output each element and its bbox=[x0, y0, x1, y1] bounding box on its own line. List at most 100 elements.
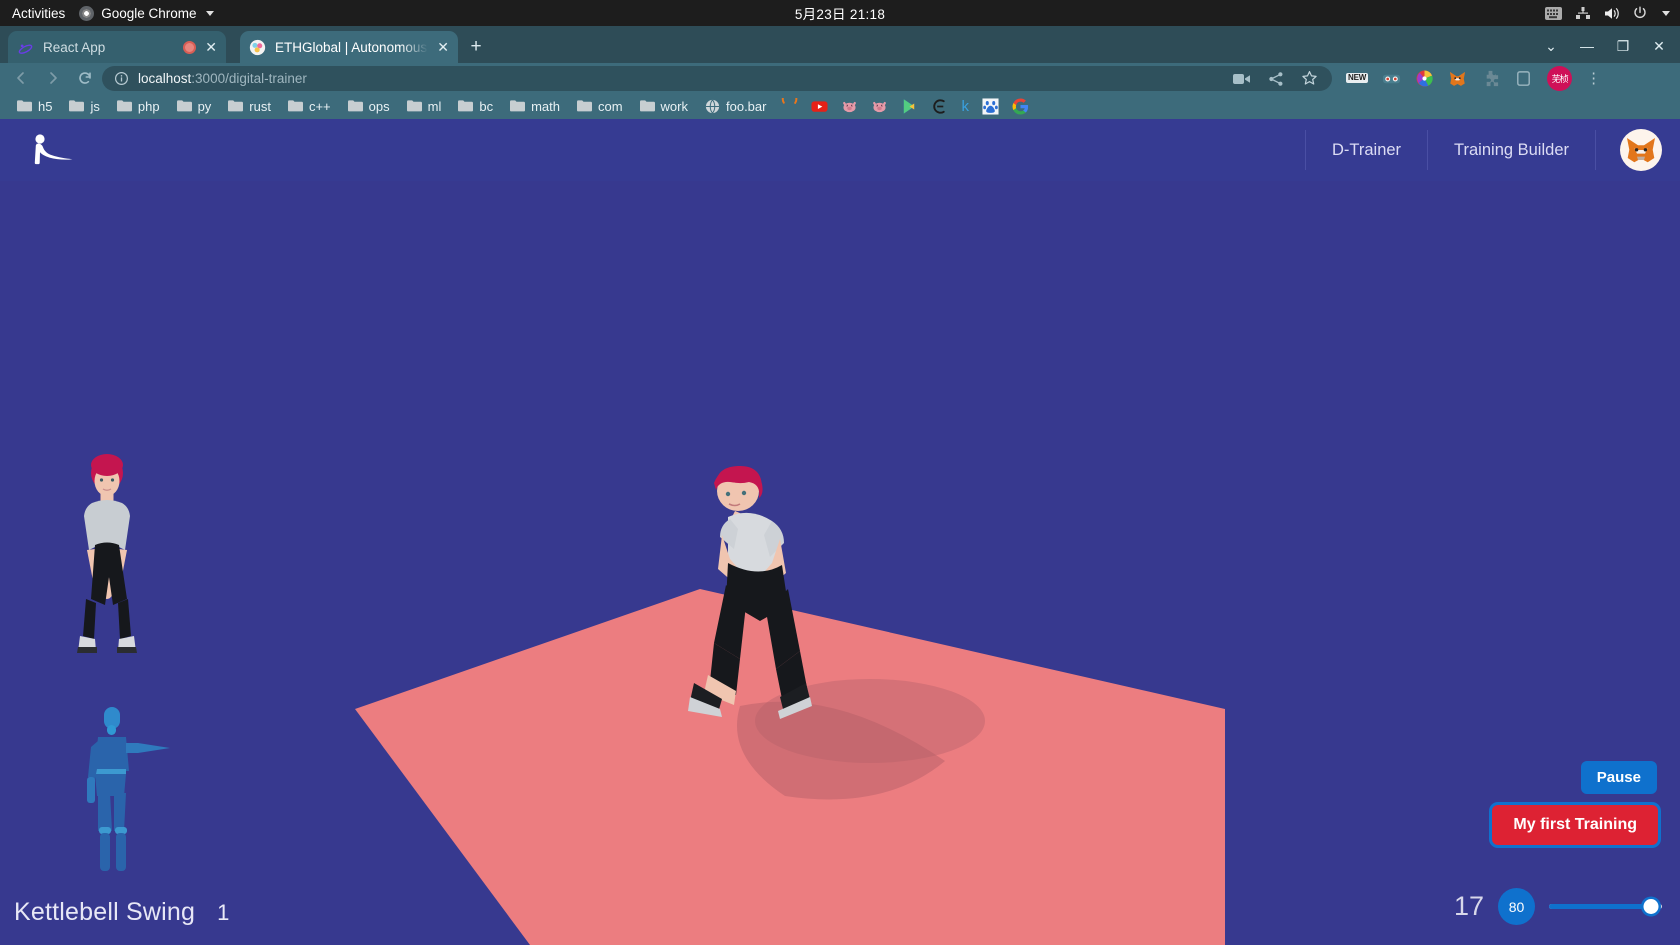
bookmark-h5[interactable]: h5 bbox=[10, 97, 59, 116]
gnome-top-bar: Activities Google Chrome 5月23日 21:18 bbox=[0, 0, 1680, 26]
tab-recording-indicator-icon[interactable] bbox=[183, 40, 197, 54]
keyboard-icon[interactable] bbox=[1545, 6, 1562, 20]
bookmark-math[interactable]: math bbox=[503, 97, 567, 116]
bookmark-pig-2[interactable] bbox=[866, 96, 893, 117]
pause-button[interactable]: Pause bbox=[1580, 761, 1657, 794]
bookmark-label: math bbox=[531, 98, 560, 114]
my-first-training-button[interactable]: My first Training bbox=[1492, 805, 1658, 845]
bookmark-bc[interactable]: bc bbox=[451, 97, 500, 116]
puzzle-extensions-icon[interactable] bbox=[1481, 69, 1500, 88]
folder-icon bbox=[510, 100, 526, 112]
folder-icon bbox=[69, 100, 85, 112]
tab-search-chevron-icon[interactable]: ⌄ bbox=[1536, 33, 1566, 59]
training-scene-canvas[interactable]: Kettlebell Swing 1 Pause My first Traini… bbox=[0, 181, 1680, 945]
trainer-avatar-3d bbox=[688, 465, 812, 719]
bookmark-js[interactable]: js bbox=[62, 97, 106, 116]
bookmark-google[interactable] bbox=[1007, 96, 1034, 117]
play-store-icon bbox=[904, 98, 915, 113]
activities-button[interactable]: Activities bbox=[0, 6, 79, 21]
youtube-icon bbox=[811, 100, 829, 112]
bookmark-baidu[interactable] bbox=[977, 96, 1004, 117]
browser-tab-title: ETHGlobal | Autonomous bbox=[275, 39, 428, 55]
bookmark-py[interactable]: py bbox=[170, 97, 219, 116]
nav-link-training-builder[interactable]: Training Builder bbox=[1428, 130, 1596, 170]
metamask-fox-icon[interactable] bbox=[1448, 69, 1467, 88]
pig-face-icon-2 bbox=[873, 101, 887, 112]
volume-icon[interactable] bbox=[1604, 7, 1620, 20]
bookmark-ethereum[interactable] bbox=[926, 96, 953, 117]
new-tab-button[interactable]: + bbox=[465, 37, 487, 59]
bookmark-star-icon[interactable] bbox=[1301, 70, 1318, 87]
back-icon[interactable] bbox=[6, 65, 36, 91]
bookmark-label: h5 bbox=[38, 98, 53, 114]
share-icon[interactable] bbox=[1268, 71, 1284, 87]
tray-chevron-down-icon[interactable] bbox=[1662, 10, 1670, 16]
goggles-extension-icon[interactable] bbox=[1382, 69, 1401, 88]
bookmark-com[interactable]: com bbox=[570, 97, 630, 116]
yoga-pose-logo-icon[interactable] bbox=[22, 130, 74, 170]
active-app-menu[interactable]: Google Chrome bbox=[79, 5, 214, 21]
forward-icon[interactable] bbox=[38, 65, 68, 91]
bookmark-work[interactable]: work bbox=[633, 97, 695, 116]
address-bar[interactable]: localhost:3000/digital-trainer bbox=[102, 66, 1332, 91]
bookmark-label: bc bbox=[479, 98, 494, 114]
omnibox-actions bbox=[1233, 70, 1324, 87]
folder-icon bbox=[287, 100, 303, 112]
bookmark-youtube[interactable] bbox=[806, 96, 833, 117]
metamask-fox-avatar-icon bbox=[1627, 138, 1655, 163]
k-letter-icon: k bbox=[961, 97, 969, 115]
folder-icon bbox=[458, 100, 474, 112]
bookmark-play-store[interactable] bbox=[896, 96, 923, 117]
header-right: D-Trainer Training Builder bbox=[1304, 119, 1662, 181]
bookmark-ml[interactable]: ml bbox=[400, 97, 449, 116]
exercise-rep-count: 1 bbox=[217, 900, 230, 925]
media-cast-icon[interactable] bbox=[1233, 72, 1251, 86]
folder-icon bbox=[17, 100, 32, 112]
info-circle-icon[interactable] bbox=[114, 71, 129, 86]
bookmark-label: com bbox=[597, 98, 623, 114]
tab-close-icon[interactable]: ✕ bbox=[437, 40, 449, 54]
speed-slider[interactable] bbox=[1549, 898, 1662, 916]
folder-icon bbox=[639, 100, 655, 112]
bookmark-label: work bbox=[660, 98, 688, 114]
browser-tab-react-app[interactable]: React App ✕ bbox=[8, 31, 226, 63]
maximize-button[interactable]: ❐ bbox=[1608, 33, 1638, 59]
bookmark-k[interactable]: k bbox=[956, 96, 974, 117]
bookmark-label: ops bbox=[368, 98, 390, 114]
sidepanel-icon[interactable] bbox=[1514, 69, 1533, 88]
pose-tracking-mannequin bbox=[87, 707, 170, 871]
bookmark-ops[interactable]: ops bbox=[341, 97, 397, 116]
wallet-connect-button[interactable] bbox=[1620, 129, 1662, 171]
bookmark-orange-arc[interactable] bbox=[776, 96, 803, 117]
speed-badge[interactable]: 80 bbox=[1498, 888, 1535, 925]
bookmark-php[interactable]: php bbox=[110, 97, 167, 116]
bookmark-foo-bar[interactable]: foo.bar bbox=[698, 97, 773, 116]
active-app-label: Google Chrome bbox=[101, 5, 197, 21]
bookmark-cpp[interactable]: c++ bbox=[281, 97, 338, 116]
extension-icons: NEW 芜桢 ⋮ bbox=[1346, 63, 1601, 93]
web-page: D-Trainer Training Builder Kettlebell Sw… bbox=[0, 119, 1680, 945]
clock[interactable]: 5月23日 21:18 bbox=[795, 3, 885, 23]
pig-face-icon bbox=[843, 101, 857, 112]
folder-icon bbox=[406, 100, 422, 112]
navigation-buttons bbox=[0, 65, 100, 91]
browser-tab-ethglobal[interactable]: ETHGlobal | Autonomous ✕ bbox=[240, 31, 458, 63]
reload-icon[interactable] bbox=[70, 65, 100, 91]
nav-link-d-trainer[interactable]: D-Trainer bbox=[1304, 130, 1429, 170]
network-icon[interactable] bbox=[1575, 6, 1591, 20]
orange-arc-icon bbox=[782, 97, 798, 104]
baidu-paw-icon bbox=[982, 97, 999, 115]
bookmark-label: c++ bbox=[308, 98, 331, 114]
tab-close-icon[interactable]: ✕ bbox=[205, 40, 217, 54]
power-icon[interactable] bbox=[1633, 6, 1647, 20]
color-wheel-extension-icon[interactable] bbox=[1415, 69, 1434, 88]
minimize-button[interactable]: — bbox=[1572, 33, 1602, 59]
new-badge-icon[interactable]: NEW bbox=[1346, 73, 1369, 83]
bookmark-rust[interactable]: rust bbox=[221, 97, 278, 116]
close-window-button[interactable]: ✕ bbox=[1644, 33, 1674, 59]
address-bar-text[interactable]: localhost:3000/digital-trainer bbox=[138, 71, 1224, 86]
bookmark-pig-1[interactable] bbox=[836, 96, 863, 117]
slider-thumb[interactable] bbox=[1643, 899, 1659, 914]
profile-avatar[interactable]: 芜桢 bbox=[1547, 65, 1573, 91]
kebab-menu-icon[interactable]: ⋮ bbox=[1586, 71, 1601, 86]
